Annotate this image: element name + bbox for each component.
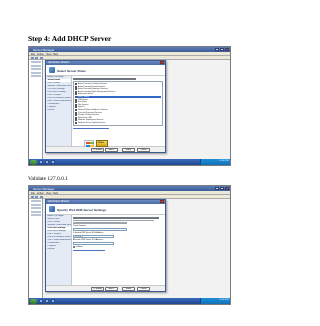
install-badge-label: INSTALL: [97, 142, 105, 144]
page-heading: Step 4: Add DHCP Server: [28, 34, 112, 43]
back-icon[interactable]: [31, 56, 34, 60]
tree-item[interactable]: [31, 213, 41, 216]
dialog-header: Select Server Roles: [46, 65, 165, 76]
taskbar: 12:00 PM: [29, 298, 230, 304]
server-manager-taskbar-icon[interactable]: [39, 298, 44, 303]
more-about-dns-link[interactable]: [73, 249, 105, 252]
powershell-taskbar-icon[interactable]: [45, 298, 50, 303]
minimize-icon[interactable]: [215, 186, 219, 190]
role-row[interactable]: Windows Server Update Services: [75, 121, 161, 125]
roles-icon: [49, 67, 55, 73]
start-button[interactable]: [29, 298, 37, 304]
dialog-header: Specify IPv4 DNS Server Settings: [46, 204, 165, 215]
clock[interactable]: 12:00 PM: [219, 160, 228, 162]
screenshot-ipv4-dns-settings: Server Manager File Action View Help Add…: [28, 185, 231, 305]
tree-item[interactable]: [31, 64, 41, 67]
dialog-body: Active Directory Certificate Services Act…: [73, 77, 163, 146]
previous-button[interactable]: < Previous: [91, 148, 104, 152]
page-caption: Validate 127.0.0.1: [28, 176, 69, 182]
forward-icon[interactable]: [35, 56, 38, 60]
console-tree: [29, 60, 43, 159]
window-controls: [215, 186, 229, 190]
next-button[interactable]: Next >: [105, 287, 118, 291]
dialog-body: Parent Domain: Preferred DNS Server IPv4…: [73, 216, 163, 285]
validate-row: Validate: [73, 246, 163, 249]
console-tree: [29, 199, 43, 298]
close-icon[interactable]: [225, 47, 229, 51]
dns-settings-icon: [49, 206, 55, 212]
clock[interactable]: 12:00 PM: [219, 299, 228, 301]
dialog-close-icon[interactable]: [160, 200, 164, 204]
powershell-taskbar-icon[interactable]: [45, 159, 50, 164]
add-roles-wizard-dialog: Add Roles Wizard Specify IPv4 DNS Server…: [45, 199, 166, 292]
dialog-header-title: Select Server Roles: [57, 68, 86, 73]
role-label: Windows Server Update Services: [78, 121, 106, 124]
install-button[interactable]: Install: [122, 148, 135, 152]
description-text: [73, 219, 154, 221]
wizard-nav: Before You Begin Server Roles DHCP Serve…: [46, 215, 72, 285]
tree-item[interactable]: [31, 203, 41, 206]
cancel-button[interactable]: Cancel: [137, 287, 150, 291]
preferred-dns-label: Preferred DNS Server IPv4 Address:: [73, 232, 104, 235]
tree-item[interactable]: [31, 210, 41, 213]
server-manager-taskbar-icon[interactable]: [39, 159, 44, 164]
window-controls: [215, 47, 229, 51]
tree-item[interactable]: [31, 207, 41, 210]
system-tray: 12:00 PM: [200, 159, 230, 165]
nav-item[interactable]: Results: [46, 248, 71, 251]
maximize-icon[interactable]: [220, 47, 224, 51]
description-text: [73, 217, 160, 219]
maximize-icon[interactable]: [220, 186, 224, 190]
validate-radio[interactable]: [73, 246, 75, 249]
forward-icon[interactable]: [35, 195, 38, 199]
close-icon[interactable]: [225, 186, 229, 190]
start-button[interactable]: [29, 159, 37, 165]
tree-item[interactable]: [31, 74, 41, 77]
dialog-title: Add Roles Wizard: [48, 200, 69, 204]
minimize-icon[interactable]: [215, 47, 219, 51]
dialog-footer: < Previous Next > Install Cancel: [46, 285, 165, 291]
dialog-header-title: Specify IPv4 DNS Server Settings: [57, 207, 107, 212]
next-button[interactable]: Next >: [105, 148, 118, 152]
wizard-nav: Before You Begin Server Roles DHCP Serve…: [46, 76, 72, 146]
install-button[interactable]: Install: [122, 287, 135, 291]
description-text: [73, 222, 127, 224]
back-icon[interactable]: [31, 195, 34, 199]
windows-logo-icon: [84, 140, 94, 148]
cancel-button[interactable]: Cancel: [137, 148, 150, 152]
dialog-title: Add Roles Wizard: [48, 61, 69, 65]
screenshot-select-server-roles: Server Manager File Action View Help Add…: [28, 46, 231, 166]
system-tray: 12:00 PM: [200, 298, 230, 304]
instruction-text: [73, 78, 136, 80]
alternate-dns-input[interactable]: [73, 242, 114, 246]
taskbar: 12:00 PM: [29, 159, 230, 165]
explorer-taskbar-icon[interactable]: [51, 298, 56, 303]
roles-list: Active Directory Certificate Services Act…: [73, 81, 163, 127]
nav-item[interactable]: Results: [46, 109, 71, 112]
tree-item[interactable]: [31, 71, 41, 74]
tree-item[interactable]: [31, 200, 41, 203]
more-about-roles-link[interactable]: [73, 127, 109, 130]
tree-item[interactable]: [31, 68, 41, 71]
tree-item[interactable]: [31, 61, 41, 64]
previous-button[interactable]: < Previous: [91, 287, 104, 291]
explorer-taskbar-icon[interactable]: [51, 159, 56, 164]
up-icon[interactable]: [40, 56, 43, 60]
preferred-dns-input[interactable]: 127.0.0.1: [73, 234, 114, 238]
server-manager-title: Server Manager: [33, 186, 55, 191]
parent-domain-input[interactable]: [73, 227, 127, 231]
role-checkbox[interactable]: [75, 121, 77, 124]
up-icon[interactable]: [40, 195, 43, 199]
server-manager-title: Server Manager: [33, 47, 55, 52]
install-badge: INSTALL: [96, 140, 108, 147]
dialog-close-icon[interactable]: [160, 61, 164, 65]
validate-label: Validate: [76, 246, 83, 249]
